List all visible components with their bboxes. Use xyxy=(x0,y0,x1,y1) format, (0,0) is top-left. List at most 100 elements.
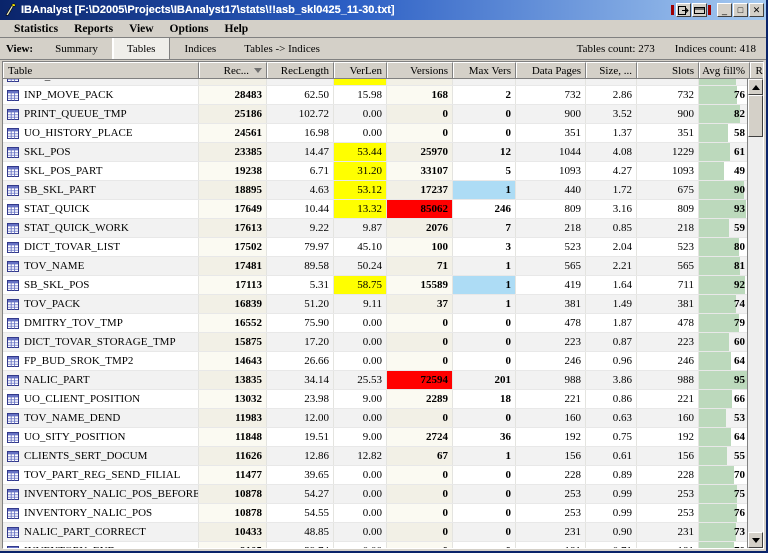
column-header-versions[interactable]: Versions xyxy=(387,62,453,78)
table-row[interactable]: UO_SITY_POSITION 11848 19.51 9.00 2724 36 192 0… xyxy=(3,428,763,447)
table-row[interactable]: INVENTORY_NALIC_POS 10878 54.55 0.00 0 0 253 0.… xyxy=(3,504,763,523)
column-header-table[interactable]: Table xyxy=(3,62,199,78)
cell-avgfill: 74 xyxy=(699,295,750,313)
cell-maxvers: 0 xyxy=(453,409,516,427)
column-header-reclength[interactable]: RecLength xyxy=(267,62,334,78)
vertical-scrollbar[interactable] xyxy=(747,79,763,548)
table-row[interactable]: STAT_QUICK 17649 10.44 13.32 85062 246 809 3.16… xyxy=(3,200,763,219)
cell-verlen: 0.00 xyxy=(334,409,387,427)
cell-rec: 19238 xyxy=(199,162,267,180)
cell-reclength: 12.86 xyxy=(267,447,334,465)
cell-avgfill: 60 xyxy=(699,333,750,351)
cell-datapages: 732 xyxy=(516,86,586,104)
column-header-label: Slots xyxy=(671,64,694,77)
mdi-indicator-left xyxy=(671,5,674,15)
cell-size: 1.37 xyxy=(586,124,637,142)
cell-slots: 809 xyxy=(637,200,699,218)
minimize-button[interactable]: _ xyxy=(717,3,732,17)
cell-maxvers: 1 xyxy=(453,257,516,275)
column-header-realfill[interactable]: RealFill xyxy=(750,62,763,78)
table-row[interactable]: TOV_NAME_DEND 11983 12.00 0.00 0 0 160 0.63 160 5… xyxy=(3,409,763,428)
grid-body[interactable]: SKL_PRICE3655526.1554.0251546515666.0615… xyxy=(3,79,763,548)
table-row[interactable]: TOV_PART_REG_SEND_FILIAL 11477 39.65 0.00 0 0… xyxy=(3,466,763,485)
cell-reclength: 17.20 xyxy=(267,333,334,351)
cell-rec: 15875 xyxy=(199,333,267,351)
table-row[interactable]: TOV_NAME1748189.5850.247115652.215658181 xyxy=(3,257,763,276)
column-header-verlen[interactable]: VerLen xyxy=(334,62,387,78)
table-row-clipped[interactable]: SKL_PRICE 3655526.1554.0251546515666.0615… xyxy=(3,79,763,86)
table-row[interactable]: SB_SKL_POS 17113 5.31 58.75 15589 1 419 1.64 711… xyxy=(3,276,763,295)
cell-table: UO_CLIENT_POSITION xyxy=(3,390,199,408)
cell-avgfill: 74 xyxy=(699,79,750,85)
table-row[interactable]: DMITRY_TOV_TMP 16552 75.90 0.00 0 0 478 1.87 478… xyxy=(3,314,763,333)
table-row-partial[interactable]: SKL_PRICE 3655526.1554.0251546515666.0615… xyxy=(3,79,763,86)
cell-rec: 16839 xyxy=(199,295,267,313)
close-button[interactable]: ✕ xyxy=(749,3,764,17)
tab-indices[interactable]: Indices xyxy=(170,38,230,59)
cell-slots: 478 xyxy=(637,314,699,332)
table-row[interactable]: NALIC_PART_CORRECT 10433 48.85 0.00 0 0 231 0.9… xyxy=(3,523,763,542)
cell-versions: 0 xyxy=(387,105,453,123)
cell-slots: 228 xyxy=(637,466,699,484)
menu-item-help[interactable]: Help xyxy=(217,22,257,36)
column-header-slots[interactable]: Slots xyxy=(637,62,699,78)
table-row[interactable]: SKL_POS 23385 14.47 53.44 25970 12 1044 4.08 122… xyxy=(3,143,763,162)
maximize-button[interactable]: □ xyxy=(733,3,748,17)
cell-versions: 0 xyxy=(387,409,453,427)
mdi-restore-button[interactable] xyxy=(676,3,691,17)
column-header-rec[interactable]: Rec... xyxy=(199,62,267,78)
cell-verlen: 50.24 xyxy=(334,257,387,275)
column-header-maxvers[interactable]: Max Vers xyxy=(453,62,516,78)
cell-table: CLIENTS_SERT_DOCUM xyxy=(3,447,199,465)
table-row[interactable]: INP_MOVE_PACK 28483 62.50 15.98 168 2 732 2.86 7… xyxy=(3,86,763,105)
cell-versions: 17237 xyxy=(387,181,453,199)
table-name: NALIC_PART_CORRECT xyxy=(24,526,146,538)
table-row[interactable]: DICT_TOVAR_STORAGE_TMP 15875 17.20 0.00 0 0 22… xyxy=(3,333,763,352)
table-row[interactable]: TOV_PACK1683951.209.113713811.493817474 xyxy=(3,295,763,314)
cell-avgfill: 82 xyxy=(699,105,750,123)
cell-size: 3.86 xyxy=(586,371,637,389)
table-row[interactable]: UO_HISTORY_PLACE 24561 16.98 0.00 0 0 351 1.37 3… xyxy=(3,124,763,143)
cell-reclength: 75.90 xyxy=(267,314,334,332)
table-row[interactable]: SB_SKL_PART 18895 4.63 53.12 17237 1 440 1.72 67… xyxy=(3,181,763,200)
tab-summary[interactable]: Summary xyxy=(41,38,112,59)
table-row[interactable]: UO_CLIENT_POSITION 13032 23.98 9.00 2289 18 22… xyxy=(3,390,763,409)
menu-item-statistics[interactable]: Statistics xyxy=(6,22,66,36)
table-row[interactable]: INVENTORY_NALIC_POS_BEFORE 10878 54.27 0.00… xyxy=(3,485,763,504)
menu-item-reports[interactable]: Reports xyxy=(66,22,121,36)
table-icon xyxy=(7,79,19,82)
cell-datapages: 478 xyxy=(516,314,586,332)
menu-item-options[interactable]: Options xyxy=(162,22,217,36)
cell-verlen: 9.11 xyxy=(334,295,387,313)
column-header-datapages[interactable]: Data Pages xyxy=(516,62,586,78)
table-row[interactable]: PRINT_QUEUE_TMP 25186 102.72 0.00 0 0 900 3.52 9… xyxy=(3,105,763,124)
scroll-thumb[interactable] xyxy=(748,95,763,137)
avg-fill-value: 70 xyxy=(734,469,745,481)
table-name: UO_SITY_POSITION xyxy=(24,431,126,443)
mdi-maximize-button[interactable] xyxy=(692,3,707,17)
cell-rec: 17613 xyxy=(199,219,267,237)
scroll-down-button[interactable] xyxy=(748,532,763,548)
scroll-track[interactable] xyxy=(748,95,763,532)
table-row[interactable]: STAT_QUICK_WORK 17613 9.22 9.87 2076 7 218 0.85… xyxy=(3,219,763,238)
scroll-up-button[interactable] xyxy=(748,79,763,95)
table-row[interactable]: CLIENTS_SERT_DOCUM 11626 12.86 12.82 67 1 156 0… xyxy=(3,447,763,466)
cell-verlen: 0.00 xyxy=(334,523,387,541)
tab-tables-indices[interactable]: Tables -> Indices xyxy=(230,38,334,59)
table-name: UO_CLIENT_POSITION xyxy=(24,393,141,405)
column-header-label: Max Vers xyxy=(468,64,511,77)
column-header-label: Data Pages xyxy=(531,64,581,77)
column-header-avgfill[interactable]: Avg fill% xyxy=(699,62,750,78)
table-row[interactable]: NALIC_PART 13835 34.14 25.53 72594 201 988 3.86… xyxy=(3,371,763,390)
table-row[interactable]: FP_BUD_SROK_TMP2 14643 26.66 0.00 0 0 246 0.96 2… xyxy=(3,352,763,371)
table-row[interactable]: INVENTORY_END910539.740.00001810.7118170… xyxy=(3,542,763,548)
cell-datapages: 1044 xyxy=(516,143,586,161)
cell-verlen: 25.53 xyxy=(334,371,387,389)
cell-datapages: 160 xyxy=(516,409,586,427)
tab-tables[interactable]: Tables xyxy=(111,38,171,59)
cell-size: 1.64 xyxy=(586,276,637,294)
menu-item-view[interactable]: View xyxy=(121,22,161,36)
table-row[interactable]: DICT_TOVAR_LIST 17502 79.97 45.10 100 3 523 2.0… xyxy=(3,238,763,257)
table-row[interactable]: SKL_POS_PART 19238 6.71 31.20 33107 5 1093 4.27… xyxy=(3,162,763,181)
column-header-size[interactable]: Size, ... xyxy=(586,62,637,78)
